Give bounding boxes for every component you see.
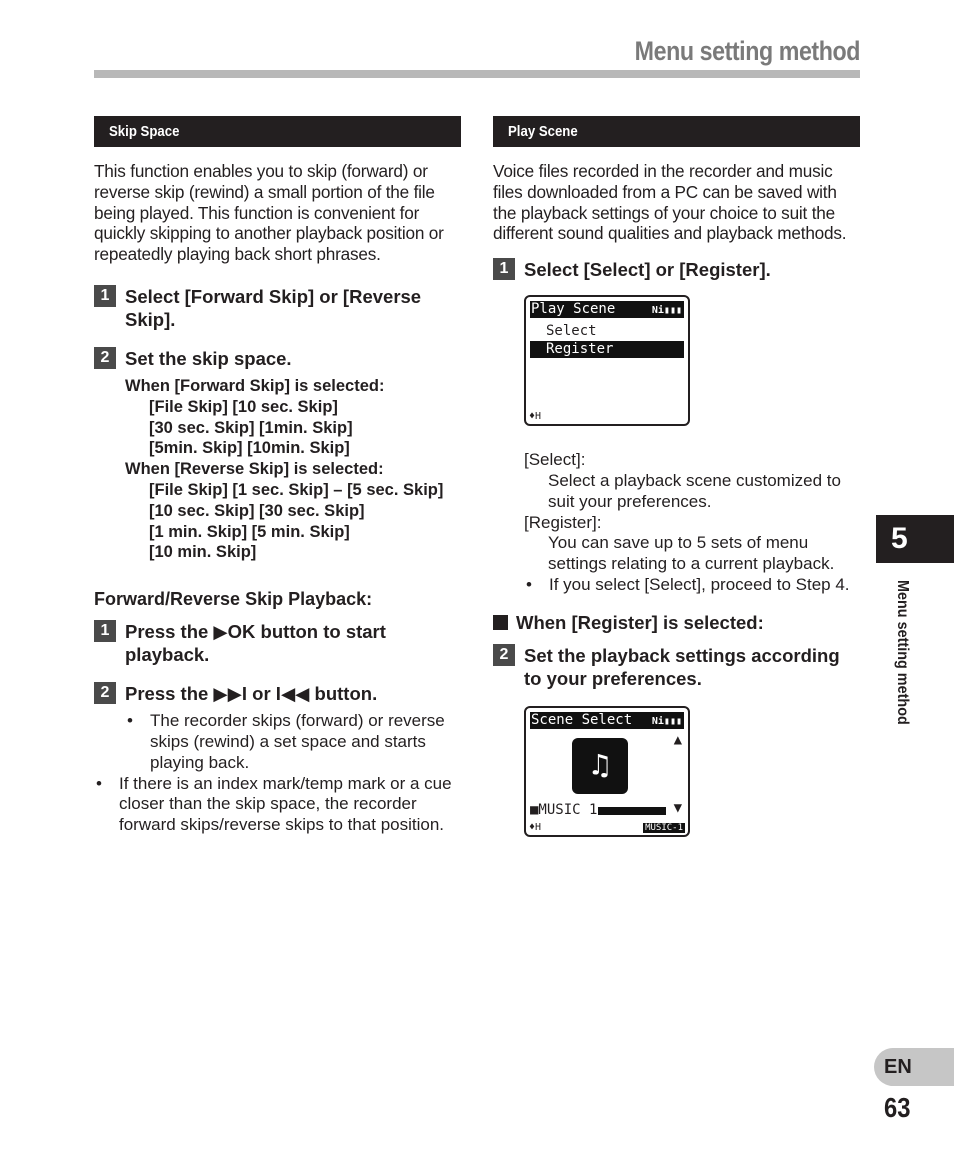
- skip-space-intro: This function enables you to skip (forwa…: [94, 161, 444, 265]
- step-number: 1: [94, 620, 116, 643]
- step-text: Set the playback settings according to y…: [524, 644, 840, 689]
- title-rule: [94, 70, 860, 78]
- playback-heading: Forward/Reverse Skip Playback:: [94, 589, 373, 610]
- step-2: 2 Set the skip space.: [94, 346, 461, 370]
- bullet-icon: •: [526, 574, 532, 594]
- register-desc: You can save up to 5 sets of menu settin…: [548, 533, 835, 574]
- language-tab: EN: [874, 1048, 954, 1086]
- lcd-header: Scene Select Ni▮▮▮: [530, 711, 684, 729]
- section-header-skip-space: Skip Space: [94, 116, 461, 147]
- playback-step-1: 1 Press the ▶OK button to start playback…: [94, 620, 461, 666]
- note: • If there is an index mark/temp mark or…: [96, 773, 452, 835]
- step-text: Select [Forward Skip] or [Reverse Skip].: [125, 285, 422, 330]
- battery-icon: Ni▮▮▮: [651, 305, 682, 317]
- reverse-option: [File Skip] [1 sec. Skip] – [5 sec. Skip…: [149, 480, 444, 499]
- lcd-item-register: Register: [530, 341, 684, 359]
- scene-badge: MUSIC-1: [643, 822, 685, 833]
- page-title: Menu setting method: [634, 36, 861, 66]
- step-2: 2 Set the playback settings according to…: [493, 643, 860, 690]
- lcd-play-scene: Play Scene Ni▮▮▮ Select Register ♦H: [524, 295, 690, 427]
- options-description: [Select]: Select a playback scene custom…: [524, 450, 860, 596]
- note: • If you select [Select], proceed to Ste…: [526, 574, 850, 594]
- forward-option: [30 sec. Skip] [1min. Skip]: [149, 418, 353, 437]
- forward-option: [5min. Skip] [10min. Skip]: [149, 439, 350, 458]
- when-register-heading: When [Register] is selected:: [493, 612, 860, 634]
- note: • The recorder skips (forward) or revers…: [127, 711, 445, 772]
- lcd-header: Play Scene Ni▮▮▮: [530, 301, 684, 319]
- skip-space-column: Skip Space This function enables you to …: [94, 116, 461, 836]
- step-number: 1: [493, 258, 515, 281]
- forward-option: [File Skip] [10 sec. Skip]: [149, 397, 338, 416]
- scroll-down-icon: ▼: [673, 799, 682, 816]
- step-number: 2: [493, 643, 515, 666]
- page-number: 63: [884, 1092, 911, 1123]
- music-notes-icon: ♫: [572, 737, 628, 794]
- step-number: 2: [94, 346, 116, 369]
- step-1: 1 Select [Forward Skip] or [Reverse Skip…: [94, 284, 461, 331]
- play-scene-intro: Voice files recorded in the recorder and…: [493, 161, 847, 244]
- lcd-item-select: Select: [546, 323, 597, 340]
- register-label: [Register]:: [524, 512, 602, 532]
- lcd-item: ■MUSIC 1: [530, 801, 598, 818]
- playback-step-2: 2 Press the ▶▶I or I◀◀ button.: [94, 682, 461, 705]
- bullet-icon: •: [96, 773, 102, 793]
- lcd-bar: [598, 806, 666, 815]
- select-desc: Select a playback scene customized to su…: [548, 470, 841, 511]
- scroll-up-icon: ▲: [673, 731, 682, 748]
- step-text: Press the ▶OK button to start playback.: [125, 621, 386, 666]
- step-number: 1: [94, 284, 116, 307]
- reverse-option: [1 min. Skip] [5 min. Skip]: [149, 522, 350, 541]
- step-1: 1 Select [Select] or [Register].: [493, 258, 860, 281]
- reverse-heading: When [Reverse Skip] is selected:: [125, 460, 384, 479]
- section-header-play-scene: Play Scene: [493, 116, 860, 147]
- reverse-option: [10 sec. Skip] [30 sec. Skip]: [149, 501, 365, 520]
- step-text: Press the ▶▶I or I◀◀ button.: [125, 683, 378, 705]
- mic-sensitivity-icon: ♦H: [529, 821, 542, 833]
- skip-options: When [Forward Skip] is selected: [File S…: [125, 376, 461, 563]
- lcd-scene-select: Scene Select Ni▮▮▮ ♫ ▲ ▼ ■MUSIC 1 ♦H MUS…: [524, 705, 690, 837]
- forward-heading: When [Forward Skip] is selected:: [125, 376, 385, 395]
- chapter-label: Menu setting method: [894, 580, 911, 725]
- step-number: 2: [94, 682, 116, 705]
- chapter-tab: 5: [876, 515, 954, 563]
- bullet-icon: •: [127, 711, 133, 731]
- step-text: Select [Select] or [Register].: [524, 259, 771, 281]
- mic-sensitivity-icon: ♦H: [529, 411, 542, 423]
- play-scene-column: Play Scene Voice files recorded in the r…: [493, 116, 860, 837]
- battery-icon: Ni▮▮▮: [651, 715, 682, 727]
- step-text: Set the skip space.: [125, 347, 292, 369]
- reverse-option: [10 min. Skip]: [149, 543, 257, 562]
- select-label: [Select]:: [524, 450, 586, 470]
- square-bullet-icon: [493, 615, 508, 631]
